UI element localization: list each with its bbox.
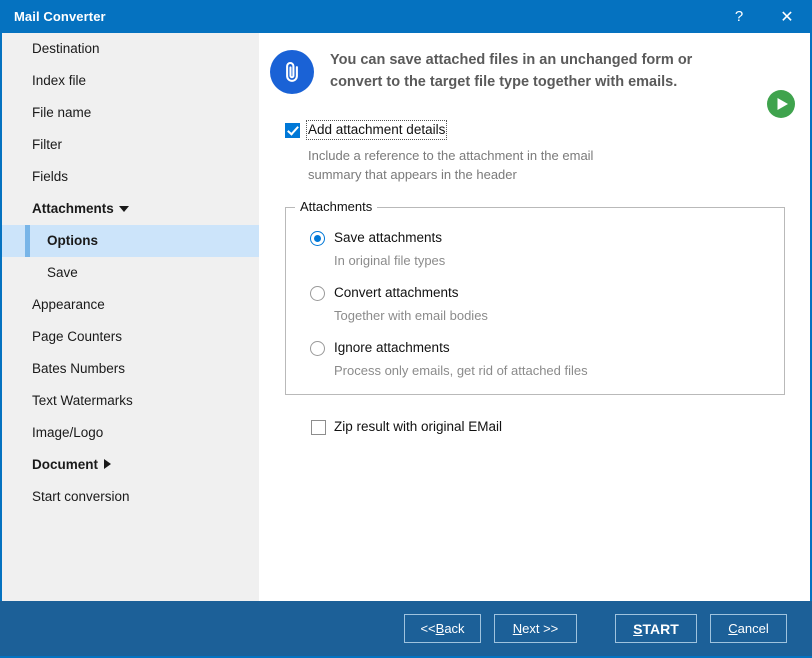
window-title: Mail Converter xyxy=(14,9,106,24)
cancel-button-accel: C xyxy=(728,621,738,636)
start-button-post: TART xyxy=(642,620,679,637)
sidebar-item-destination[interactable]: Destination xyxy=(2,33,259,65)
radio-convert-attachments[interactable] xyxy=(310,286,325,301)
sidebar-item-save[interactable]: Save xyxy=(2,257,259,289)
sidebar-item-label: Index file xyxy=(32,73,87,88)
radio-convert-attachments-label[interactable]: Convert attachments xyxy=(334,285,459,301)
sidebar-item-text-watermarks[interactable]: Text Watermarks xyxy=(2,385,259,417)
radio-ignore-attachments[interactable] xyxy=(310,341,325,356)
content-panel: You can save attached files in an unchan… xyxy=(259,33,810,601)
next-button-accel: N xyxy=(512,621,523,636)
attachments-groupbox-title: Attachments xyxy=(295,199,378,214)
sidebar-item-label: Appearance xyxy=(32,297,105,312)
close-icon[interactable]: ✕ xyxy=(762,0,812,33)
sidebar-item-options[interactable]: Options xyxy=(2,225,259,257)
sidebar-item-label: Start conversion xyxy=(32,489,130,504)
sidebar-item-bates-numbers[interactable]: Bates Numbers xyxy=(2,353,259,385)
paperclip-icon xyxy=(270,50,314,94)
radio-convert-attachments-row[interactable]: Convert attachments xyxy=(310,285,784,301)
sidebar-item-label: Options xyxy=(47,233,98,248)
back-button-post: ack xyxy=(444,621,465,636)
radio-ignore-attachments-sub: Process only emails, get rid of attached… xyxy=(334,363,588,378)
sidebar-item-label: Image/Logo xyxy=(32,425,104,440)
start-button[interactable]: S TART xyxy=(615,614,697,643)
sidebar-item-start-conversion[interactable]: Start conversion xyxy=(2,481,259,513)
sidebar-item-label: Filter xyxy=(32,137,62,152)
cancel-button-post: ancel xyxy=(737,621,769,636)
sidebar-item-fields[interactable]: Fields xyxy=(2,161,259,193)
info-banner: You can save attached files in an unchan… xyxy=(259,33,810,118)
chevron-down-icon xyxy=(118,206,129,213)
back-button-pre: << xyxy=(420,621,436,636)
sidebar-item-file-name[interactable]: File name xyxy=(2,97,259,129)
sidebar-item-label: Destination xyxy=(32,41,100,56)
sidebar-item-label: File name xyxy=(32,105,92,120)
attachments-groupbox: Attachments Save attachments In original… xyxy=(285,199,785,395)
add-attachment-details-row[interactable]: Add attachment details xyxy=(285,120,810,140)
help-line-2: summary that appears in the header xyxy=(308,166,517,182)
sidebar-item-label: Attachments xyxy=(32,201,114,216)
radio-save-attachments[interactable] xyxy=(310,231,325,246)
sidebar-item-label: Page Counters xyxy=(32,329,123,344)
help-line-1: Include a reference to the attachment in… xyxy=(308,148,594,163)
radio-save-attachments-sub: In original file types xyxy=(334,253,446,268)
sidebar-item-document[interactable]: Document xyxy=(2,449,259,481)
chevron-right-icon xyxy=(104,459,112,470)
sidebar-navigation: Destination Index file File name Filter … xyxy=(2,33,259,601)
sidebar-item-label: Fields xyxy=(32,169,69,184)
next-button[interactable]: Next >> xyxy=(494,614,577,643)
sidebar-item-index-file[interactable]: Index file xyxy=(2,65,259,97)
radio-ignore-attachments-row[interactable]: Ignore attachments xyxy=(310,340,784,356)
add-attachment-details-label[interactable]: Add attachment details xyxy=(305,120,448,140)
sidebar-item-filter[interactable]: Filter xyxy=(2,129,259,161)
mail-converter-window: Mail Converter ? ✕ Destination Index fil… xyxy=(0,0,812,658)
sidebar-item-label: Save xyxy=(47,265,78,280)
radio-save-attachments-row[interactable]: Save attachments xyxy=(310,230,784,246)
window-controls: ? ✕ xyxy=(716,0,812,33)
cancel-button[interactable]: Cancel xyxy=(710,614,787,643)
radio-convert-attachments-sub: Together with email bodies xyxy=(334,308,488,323)
sidebar-item-appearance[interactable]: Appearance xyxy=(2,289,259,321)
footer-button-bar: << Back Next >> S TART Cancel xyxy=(0,601,812,656)
back-button-accel: B xyxy=(435,621,445,636)
banner-line-1: You can save attached files in an unchan… xyxy=(330,52,693,69)
sidebar-item-image-logo[interactable]: Image/Logo xyxy=(2,417,259,449)
start-button-accel: S xyxy=(633,620,643,637)
sidebar-item-page-counters[interactable]: Page Counters xyxy=(2,321,259,353)
radio-save-attachments-label[interactable]: Save attachments xyxy=(334,230,442,246)
banner-message: You can save attached files in an unchan… xyxy=(330,50,692,94)
title-bar: Mail Converter ? ✕ xyxy=(0,0,812,33)
add-attachment-details-checkbox[interactable] xyxy=(285,123,300,138)
sidebar-item-attachments[interactable]: Attachments xyxy=(2,193,259,225)
zip-result-checkbox[interactable] xyxy=(311,420,326,435)
zip-result-label[interactable]: Zip result with original EMail xyxy=(334,419,502,435)
zip-result-row[interactable]: Zip result with original EMail xyxy=(311,419,502,435)
banner-line-2: convert to the target file type together… xyxy=(330,74,678,90)
next-button-post: ext >> xyxy=(522,621,559,636)
sidebar-item-label: Document xyxy=(32,457,99,472)
back-button[interactable]: << Back xyxy=(404,614,481,643)
sidebar-item-label: Bates Numbers xyxy=(32,361,126,376)
radio-ignore-attachments-label[interactable]: Ignore attachments xyxy=(334,340,450,356)
help-icon[interactable]: ? xyxy=(716,0,762,33)
play-icon[interactable] xyxy=(766,89,796,119)
sidebar-item-label: Text Watermarks xyxy=(32,393,133,408)
add-attachment-details-help: Include a reference to the attachment in… xyxy=(308,147,810,185)
